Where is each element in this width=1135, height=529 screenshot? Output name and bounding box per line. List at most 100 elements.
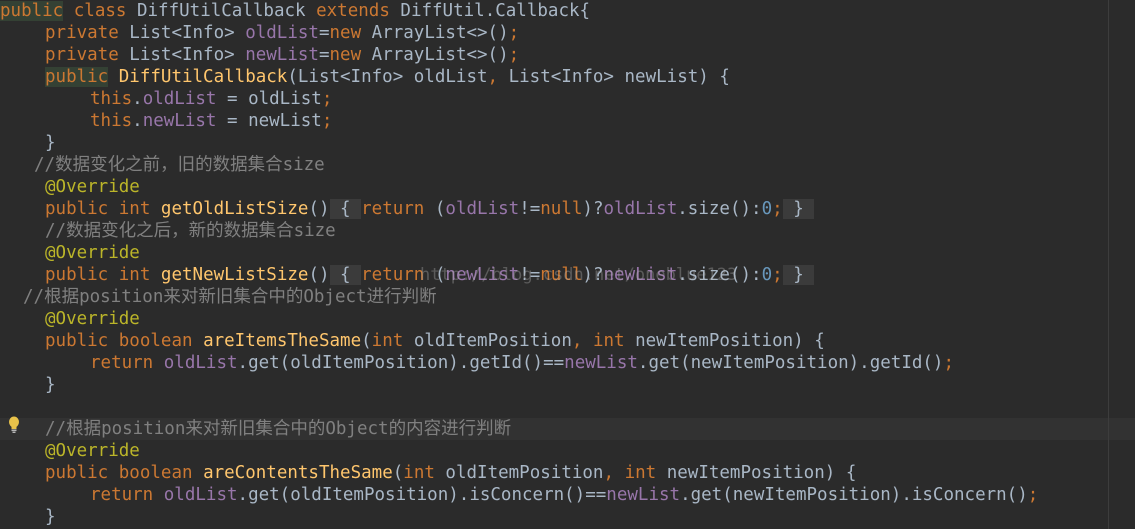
code-token: List<Info> — [118, 23, 246, 43]
code-token: boolean — [118, 331, 193, 351]
code-token: ; — [321, 89, 333, 109]
code-token: this — [90, 89, 133, 109]
code-line-content: private List<Info> newList=new ArrayList… — [45, 44, 519, 66]
code-line[interactable]: return oldList.get(oldItemPosition).getI… — [0, 352, 1135, 374]
code-editor[interactable]: public class DiffUtilCallback extends Di… — [0, 0, 1135, 529]
code-token: ( — [361, 331, 372, 351]
code-token: )? — [582, 199, 604, 219]
code-line-content: } — [45, 132, 56, 154]
code-token: //根据position来对新旧集合中的Object的内容进行判断 — [45, 419, 512, 439]
code-line[interactable]: } — [0, 132, 1135, 154]
code-token: areContentsTheSame — [203, 463, 393, 483]
code-line-content: private List<Info> oldList=new ArrayList… — [45, 22, 519, 44]
code-token: ( — [392, 463, 404, 483]
code-token: . — [132, 111, 143, 131]
code-token: class — [73, 1, 127, 21]
code-token: return — [90, 353, 154, 373]
code-token: //数据变化之前，旧的数据集合size — [34, 155, 325, 175]
code-line-content: //数据变化之前，旧的数据集合size — [34, 154, 325, 176]
code-token: int — [624, 463, 657, 483]
code-token: boolean — [118, 463, 193, 483]
right-margin-guide — [1108, 0, 1109, 529]
code-line-content: @Override — [45, 242, 140, 264]
code-token: ; — [321, 111, 333, 131]
code-token: List<Info> — [118, 45, 246, 65]
code-token: .get(oldItemPosition).getId()== — [237, 353, 565, 373]
code-line-content: @Override — [45, 176, 140, 198]
code-token: newList — [606, 485, 681, 505]
code-token: areItemsTheSame — [203, 331, 362, 351]
code-line[interactable]: //根据position来对新旧集合中的Object进行判断 — [0, 286, 1135, 308]
code-token: = — [318, 45, 330, 65]
code-line-content: //根据position来对新旧集合中的Object的内容进行判断 — [45, 418, 511, 440]
code-line[interactable]: public class DiffUtilCallback extends Di… — [0, 0, 1135, 22]
code-token: newItemPosition) { — [624, 331, 825, 351]
code-token: public — [45, 463, 109, 483]
code-line[interactable]: private List<Info> oldList=new ArrayList… — [0, 22, 1135, 44]
code-token: private — [45, 23, 119, 43]
code-token: .get(newItemPosition).isConcern() — [680, 485, 1028, 505]
code-token: new — [329, 45, 362, 65]
code-line[interactable]: //根据position来对新旧集合中的Object的内容进行判断 — [0, 418, 1135, 440]
code-line[interactable]: @Override — [0, 176, 1135, 198]
code-line[interactable]: //数据变化之后，新的数据集合size — [0, 220, 1135, 242]
code-token: int — [118, 199, 151, 219]
code-token: ; — [772, 199, 783, 219]
code-token: public — [45, 331, 109, 351]
code-line[interactable]: return oldList.get(oldItemPosition).isCo… — [0, 484, 1135, 506]
code-token: ( — [424, 199, 446, 219]
code-token: oldList — [142, 89, 217, 109]
code-line[interactable]: } — [0, 506, 1135, 528]
code-token: ArrayList<>() — [361, 23, 509, 43]
code-line[interactable]: this.oldList = oldList; — [0, 88, 1135, 110]
code-line-content: @Override — [45, 440, 140, 462]
code-token: public — [45, 67, 109, 87]
code-token: { — [329, 265, 362, 285]
code-line-content: } — [45, 506, 56, 528]
code-line[interactable]: } — [0, 374, 1135, 396]
code-token: private — [45, 45, 119, 65]
code-line[interactable]: @Override — [0, 440, 1135, 462]
code-line[interactable]: private List<Info> newList=new ArrayList… — [0, 44, 1135, 66]
code-token: int — [403, 463, 435, 483]
code-token: .get(newItemPosition).getId() — [637, 353, 944, 373]
code-line[interactable]: this.newList = newList; — [0, 110, 1135, 132]
code-token: ; — [1027, 485, 1039, 505]
code-line[interactable]: public boolean areItemsTheSame(int oldIt… — [0, 330, 1135, 352]
code-token: getNewListSize — [160, 265, 309, 285]
code-line-content: public boolean areItemsTheSame(int oldIt… — [45, 330, 825, 352]
code-line-content: //数据变化之后，新的数据集合size — [45, 220, 336, 242]
code-token: , — [603, 463, 615, 483]
code-token: = oldList — [216, 89, 322, 109]
code-token: public — [45, 199, 109, 219]
code-token: extends — [316, 1, 390, 21]
code-token: getOldListSize — [160, 199, 309, 219]
code-token: ArrayList<>() — [361, 45, 509, 65]
code-token: ; — [943, 353, 955, 373]
code-line[interactable] — [0, 396, 1135, 418]
code-token: newList — [245, 45, 319, 65]
code-token: 0 — [761, 199, 773, 219]
code-token: @Override — [45, 309, 140, 329]
code-line[interactable]: public int getOldListSize() { return (ol… — [0, 198, 1135, 220]
code-token: ; — [508, 45, 520, 65]
code-line[interactable]: public DiffUtilCallback(List<Info> oldLi… — [0, 66, 1135, 88]
lightbulb-icon[interactable] — [8, 416, 20, 434]
code-line[interactable]: @Override — [0, 242, 1135, 264]
code-line[interactable]: @Override — [0, 308, 1135, 330]
code-token: , — [571, 331, 583, 351]
watermark: http://blog.csdn.net/oneblue123 — [420, 265, 738, 285]
code-line[interactable]: //数据变化之前，旧的数据集合size — [0, 154, 1135, 176]
code-token: , — [487, 67, 499, 87]
code-line[interactable]: public boolean areContentsTheSame(int ol… — [0, 462, 1135, 484]
code-token: @Override — [45, 177, 140, 197]
code-token: public — [45, 265, 109, 285]
